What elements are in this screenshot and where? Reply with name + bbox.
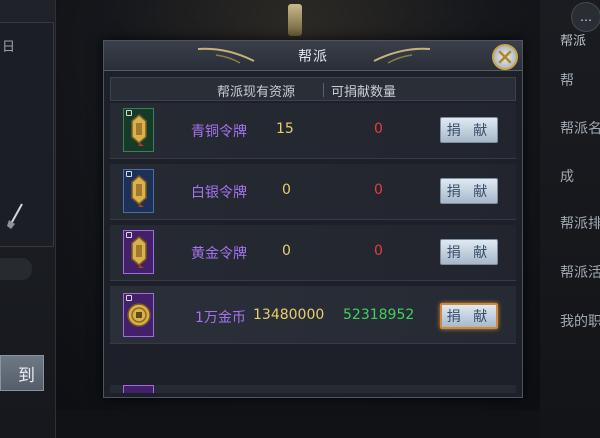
gold-token-slot[interactable] bbox=[123, 230, 154, 274]
right-top-chat-icon[interactable]: … bbox=[571, 2, 600, 32]
resource-have-value: 15 bbox=[276, 121, 294, 137]
list-item: 白银令牌 0 0 捐 献 bbox=[110, 164, 516, 220]
gold-coin-icon bbox=[126, 303, 151, 327]
left-panel-button[interactable]: 到 bbox=[0, 355, 44, 391]
dialog-title: 帮派 bbox=[298, 48, 328, 65]
right-menu-item[interactable]: 我的职 bbox=[560, 311, 600, 331]
token-icon bbox=[130, 114, 147, 146]
column-header-resources: 帮派现有资源 bbox=[217, 85, 296, 100]
donate-button[interactable]: 捐 献 bbox=[440, 117, 498, 143]
resource-list[interactable]: 青铜令牌 15 0 捐 献 白银令牌 0 0 捐 献 黄金令牌 0 0 捐 献 … bbox=[110, 103, 516, 393]
left-panel-text: 日 bbox=[2, 40, 16, 55]
brush-icon[interactable] bbox=[6, 202, 26, 230]
lock-icon bbox=[126, 232, 132, 238]
right-menu-item[interactable]: 帮派排 bbox=[560, 213, 600, 233]
lock-icon bbox=[126, 171, 132, 177]
title-ornament-right-icon bbox=[373, 47, 431, 64]
bronze-token-slot[interactable] bbox=[123, 108, 154, 152]
table-header: 帮派现有资源 可捐献数量 bbox=[110, 77, 516, 101]
donate-button[interactable]: 捐 献 bbox=[440, 239, 498, 265]
resource-can-value: 52318952 bbox=[343, 307, 415, 323]
list-item: 青铜令牌 15 0 捐 献 bbox=[110, 103, 516, 159]
game-screen: 日 到 … 帮派 帮 帮派名 成 帮派排 帮派活 我的职 帮派 帮派现有资源 可… bbox=[0, 0, 600, 438]
item-slot-partial bbox=[123, 385, 154, 393]
resource-have-value: 13480000 bbox=[253, 307, 325, 323]
resource-can-value: 0 bbox=[374, 121, 383, 137]
guild-donate-dialog: 帮派 帮派现有资源 可捐献数量 青铜令牌 15 0 捐 献 白银令牌 0 0 捐… bbox=[103, 40, 523, 398]
donate-button[interactable]: 捐 献 bbox=[440, 303, 498, 329]
list-item: 黄金令牌 0 0 捐 献 bbox=[110, 225, 516, 281]
column-divider bbox=[323, 83, 324, 97]
right-menu-item[interactable]: 成 bbox=[560, 166, 574, 186]
left-panel-bar bbox=[0, 258, 32, 280]
right-menu-item[interactable]: 帮派名 bbox=[560, 118, 600, 138]
silver-token-slot[interactable] bbox=[123, 169, 154, 213]
right-top-label: 帮派 bbox=[560, 34, 587, 49]
column-header-donatable: 可捐献数量 bbox=[331, 85, 397, 100]
resource-name: 青铜令牌 bbox=[191, 124, 247, 140]
resource-have-value: 0 bbox=[282, 182, 291, 198]
list-item-partial bbox=[110, 385, 516, 393]
close-button[interactable] bbox=[492, 44, 518, 70]
resource-name: 白银令牌 bbox=[191, 185, 247, 201]
resource-name: 黄金令牌 bbox=[191, 246, 247, 262]
lock-icon bbox=[126, 110, 132, 116]
list-item: 1万金币 13480000 52318952 捐 献 bbox=[110, 286, 516, 344]
close-icon bbox=[498, 50, 512, 64]
token-icon bbox=[130, 175, 147, 207]
gold-coin-slot[interactable] bbox=[123, 293, 154, 337]
lock-icon bbox=[126, 295, 132, 301]
dialog-titlebar: 帮派 bbox=[104, 41, 522, 71]
token-icon bbox=[130, 236, 147, 268]
resource-can-value: 0 bbox=[374, 243, 383, 259]
right-menu-item[interactable]: 帮派活 bbox=[560, 262, 600, 282]
resource-have-value: 0 bbox=[282, 243, 291, 259]
title-ornament-left-icon bbox=[197, 47, 255, 64]
resource-name: 1万金币 bbox=[195, 310, 246, 326]
top-ornament bbox=[288, 4, 302, 36]
bottom-background-bar bbox=[56, 410, 540, 438]
left-background-panel: 日 到 bbox=[0, 0, 56, 438]
donate-button[interactable]: 捐 献 bbox=[440, 178, 498, 204]
resource-can-value: 0 bbox=[374, 182, 383, 198]
right-menu-item[interactable]: 帮 bbox=[560, 70, 574, 90]
